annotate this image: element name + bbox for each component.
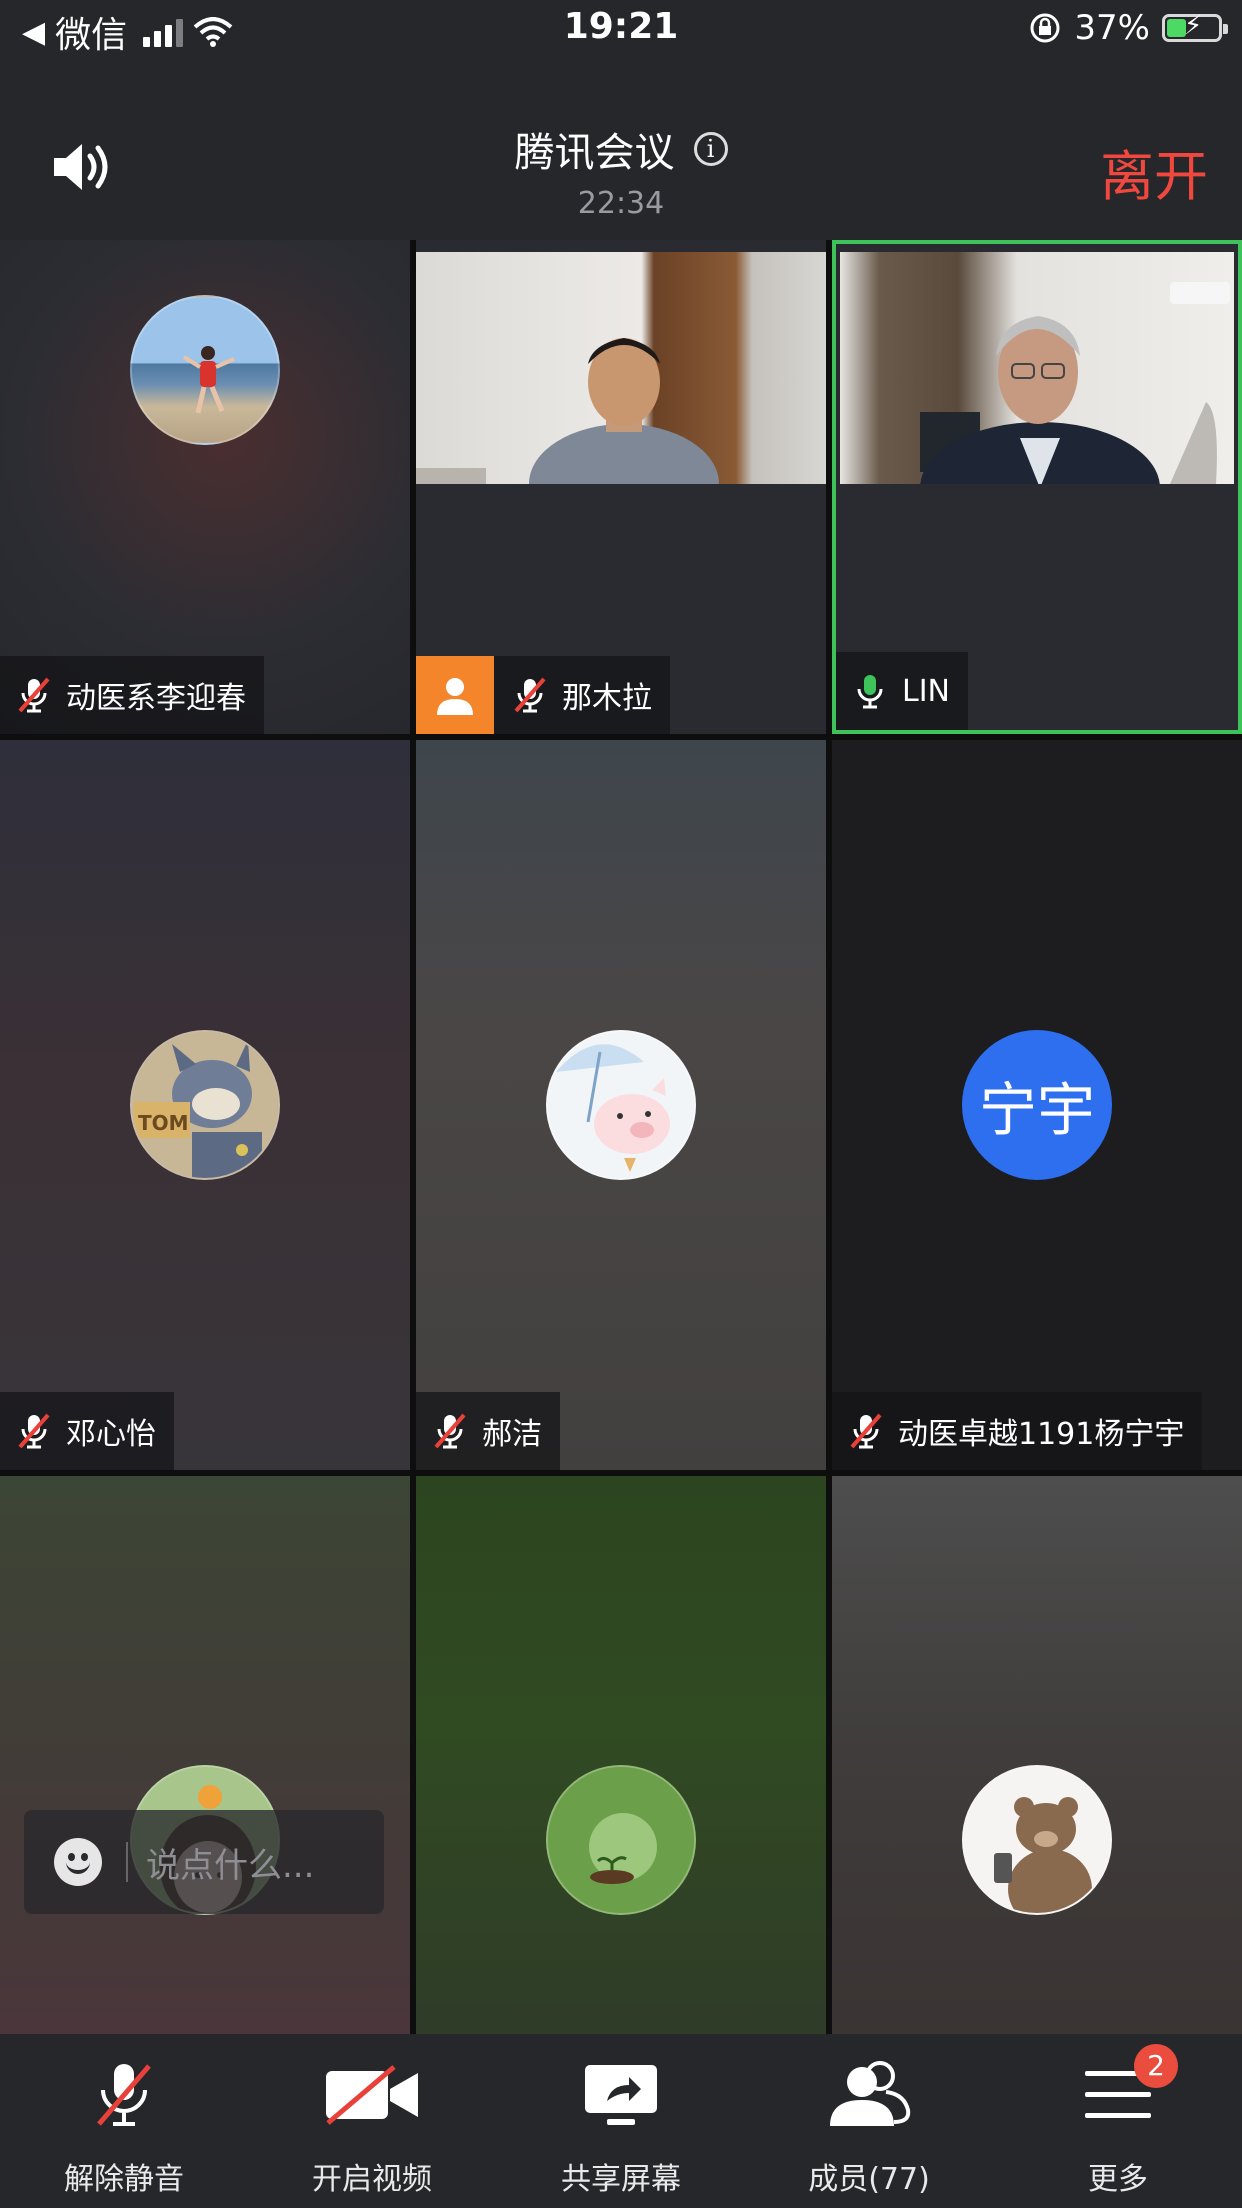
participant-tile[interactable]: 那木拉 bbox=[416, 240, 826, 734]
meeting-title: 腾讯会议 bbox=[514, 130, 675, 176]
start-video-label: 开启视频 bbox=[312, 2162, 432, 2197]
unmute-button[interactable]: 解除静音 bbox=[0, 2034, 248, 2208]
participant-name: 郝洁 bbox=[482, 1417, 542, 1452]
share-screen-button[interactable]: 共享屏幕 bbox=[497, 2034, 745, 2208]
beach-photo-avatar bbox=[130, 295, 280, 445]
participant-name: 邓心怡 bbox=[66, 1417, 156, 1452]
participant-tile[interactable]: 动医系李迎春 bbox=[0, 240, 410, 734]
battery-icon: ⚡ bbox=[1162, 11, 1228, 42]
mic-muted-icon bbox=[18, 677, 50, 713]
participant-tile[interactable]: 宁宇 动医卓越1191杨宁宇 bbox=[832, 740, 1242, 1470]
mic-muted-icon bbox=[514, 677, 546, 713]
status-bar: ◀ 微信 19:21 37% ⚡ bbox=[0, 0, 1242, 62]
initials-avatar: 宁宇 bbox=[962, 1030, 1112, 1180]
mic-muted-icon bbox=[18, 1413, 50, 1449]
meeting-duration: 22:34 bbox=[577, 186, 665, 221]
battery-percent: 37% bbox=[1074, 8, 1150, 48]
participant-video bbox=[840, 252, 1234, 554]
mic-active-icon bbox=[857, 675, 883, 709]
rotation-lock-icon bbox=[1030, 13, 1060, 43]
participant-grid: 动医系李迎春 那木拉 LIN TOM 邓心怡 郝洁 宁宇 动医卓越1191杨宁宇 bbox=[0, 240, 1242, 2034]
mic-off-icon bbox=[97, 2064, 151, 2126]
participant-tile[interactable] bbox=[416, 1476, 826, 2034]
participant-name-tag: 动医系李迎春 bbox=[0, 656, 264, 734]
participant-tile-active-speaker[interactable]: LIN bbox=[832, 240, 1242, 734]
participant-tile[interactable] bbox=[832, 1476, 1242, 2034]
participant-name: 动医卓越1191杨宁宇 bbox=[898, 1417, 1185, 1452]
pig-umbrella-avatar bbox=[546, 1030, 696, 1180]
info-icon[interactable]: i bbox=[693, 132, 728, 166]
chat-placeholder: 说点什么... bbox=[146, 1845, 315, 1886]
more-button[interactable]: 2 更多 bbox=[994, 2034, 1242, 2208]
sprout-avatar bbox=[546, 1765, 696, 1915]
participant-name: 动医系李迎春 bbox=[66, 681, 246, 716]
start-video-button[interactable]: 开启视频 bbox=[248, 2034, 496, 2208]
chat-input[interactable]: 说点什么... bbox=[24, 1810, 384, 1914]
person-icon bbox=[416, 656, 494, 734]
meeting-header: 腾讯会议 i 22:34 离开 bbox=[0, 62, 1242, 240]
participant-name-tag: 郝洁 bbox=[416, 1392, 560, 1470]
share-screen-icon bbox=[585, 2065, 657, 2125]
more-label: 更多 bbox=[1088, 2162, 1148, 2197]
share-screen-label: 共享屏幕 bbox=[561, 2162, 681, 2197]
meeting-toolbar: 解除静音 开启视频 共享屏幕 成员(77) 2 更多 bbox=[0, 2034, 1242, 2208]
emoji-icon[interactable] bbox=[54, 1838, 102, 1886]
participant-name-tag: 那木拉 bbox=[416, 656, 670, 734]
video-off-icon bbox=[326, 2065, 418, 2125]
members-button[interactable]: 成员(77) bbox=[745, 2034, 993, 2208]
participant-tile[interactable] bbox=[0, 1476, 410, 2034]
leave-button[interactable]: 离开 bbox=[1100, 132, 1208, 211]
participant-name-tag: LIN bbox=[836, 652, 969, 730]
members-icon bbox=[830, 2061, 911, 2126]
participant-video bbox=[416, 252, 826, 544]
mic-muted-icon bbox=[434, 1413, 466, 1449]
participant-name-tag: 动医卓越1191杨宁宇 bbox=[832, 1392, 1203, 1470]
unmute-label: 解除静音 bbox=[64, 2162, 184, 2197]
bear-avatar bbox=[962, 1765, 1112, 1915]
participant-tile[interactable]: 郝洁 bbox=[416, 740, 826, 1470]
initials-text: 宁宇 bbox=[978, 1076, 1095, 1144]
mic-muted-icon bbox=[850, 1413, 882, 1449]
members-label: 成员(77) bbox=[808, 2162, 930, 2197]
cartoon-cat-avatar: TOM bbox=[130, 1030, 280, 1180]
participant-name-tag: 邓心怡 bbox=[0, 1392, 174, 1470]
participant-tile[interactable]: TOM 邓心怡 bbox=[0, 740, 410, 1470]
svg-text:TOM: TOM bbox=[138, 1111, 189, 1135]
participant-name: LIN bbox=[902, 673, 951, 709]
chat-divider bbox=[126, 1842, 128, 1882]
notification-badge: 2 bbox=[1134, 2044, 1178, 2088]
participant-name: 那木拉 bbox=[562, 681, 652, 716]
